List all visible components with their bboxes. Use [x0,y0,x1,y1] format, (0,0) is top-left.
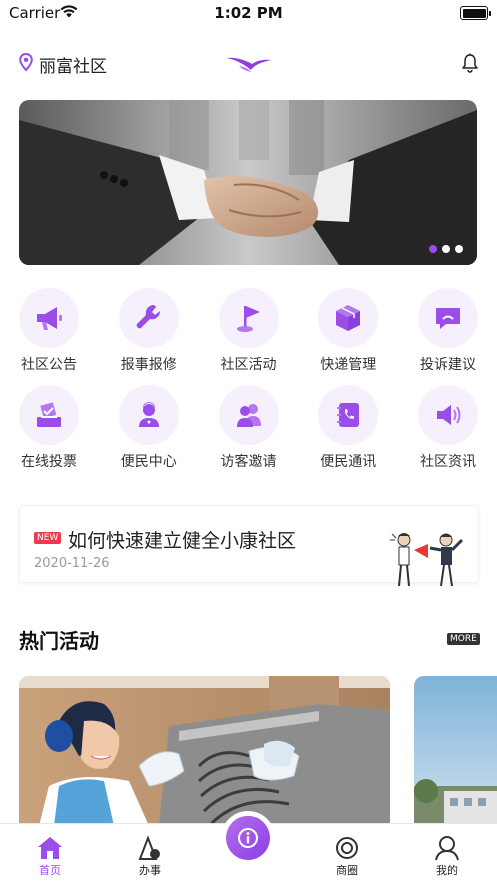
service-convenience-center[interactable]: 便民中心 [108,385,190,482]
service-visitor-invite[interactable]: 访客邀请 [208,385,290,482]
brand-logo [227,57,271,72]
broadcast-icon [437,405,461,425]
top-bar: 丽富社区 [0,44,497,84]
icon-circle [19,385,79,445]
new-badge: NEW [34,532,62,544]
service-label: 社区资讯 [420,454,476,470]
tab-home[interactable]: 首页 [15,824,85,884]
circle-icon [336,837,358,859]
phone-book-icon [337,403,360,427]
icon-circle [218,385,279,445]
tab-business-circle[interactable]: 商圈 [312,824,382,884]
service-online-vote[interactable]: 在线投票 [8,385,90,482]
bell-icon[interactable] [461,53,479,73]
icon-circle [118,288,179,348]
icon-circle [218,288,279,348]
carousel-dots [429,245,463,253]
icon-circle [318,385,379,445]
activity-card[interactable] [19,676,390,826]
location-pin-icon[interactable] [19,53,33,71]
news-title: 如何快速建立健全小康社区 [68,530,297,552]
service-label: 社区活动 [220,357,277,373]
service-person-icon [138,402,159,427]
service-label: 社区公告 [21,357,77,373]
info-icon [238,828,258,848]
package-icon [336,305,361,331]
service-community-notice[interactable]: 社区公告 [8,288,90,385]
user-icon [435,836,459,861]
service-contacts[interactable]: 便民通讯 [307,385,389,482]
status-bar: Carrier 1:02 PM [0,0,497,26]
icon-circle [418,385,478,445]
service-row: 社区公告 报事报修 社区活动 快递管理 投诉建议 [0,288,497,385]
service-row: 在线投票 便民中心 访客邀请 便民通讯 社区资讯 [0,385,497,482]
visitors-icon [236,404,261,427]
icon-circle [418,288,478,348]
flag-icon [236,306,260,332]
complaint-icon [436,308,460,329]
service-community-activities[interactable]: 社区活动 [208,288,290,385]
more-button[interactable]: MORE [447,633,480,645]
hot-activities-title: 热门活动 [19,629,99,653]
service-express[interactable]: 快递管理 [307,288,389,385]
tab-tasks[interactable]: 办事 [115,824,185,884]
building-photo [414,676,497,826]
location-name[interactable]: 丽富社区 [39,52,107,77]
tab-label: 首页 [39,864,61,877]
ballot-icon [37,402,61,427]
news-date: 2020-11-26 [34,556,110,571]
wrench-icon [136,304,160,329]
service-label: 在线投票 [21,454,77,470]
handshake-photo [19,100,477,265]
cleaning-photo [19,676,390,826]
service-complaint[interactable]: 投诉建议 [407,288,489,385]
service-grid: 社区公告 报事报修 社区活动 快递管理 投诉建议 在线投票 便民中心 访客邀请 … [0,288,497,482]
activity-card[interactable] [414,676,497,826]
service-community-news[interactable]: 社区资讯 [407,385,489,482]
carousel-dot[interactable] [429,245,437,253]
icon-circle [318,288,379,348]
service-label: 报事报修 [120,357,177,373]
battery-icon [460,6,491,20]
banner-carousel[interactable] [19,100,477,265]
service-label: 快递管理 [320,357,377,373]
icon-circle [19,288,79,348]
service-label: 访客邀请 [220,454,277,470]
center-action-button[interactable] [226,816,270,860]
tab-label: 商圈 [336,864,358,877]
icon-circle [118,385,179,445]
carousel-dot[interactable] [442,245,450,253]
home-icon [38,837,62,859]
service-label: 便民中心 [120,454,177,470]
tab-bar: 首页 办事 商圈 我的 [0,816,497,884]
clock: 1:02 PM [214,4,283,22]
tasks-icon [138,835,160,860]
tab-label: 我的 [436,864,458,877]
service-label: 便民通讯 [320,454,377,470]
tab-profile[interactable]: 我的 [412,824,482,884]
service-repair[interactable]: 报事报修 [108,288,190,385]
tab-label: 办事 [139,864,161,877]
news-card[interactable]: NEW 如何快速建立健全小康社区 2020-11-26 [19,505,479,587]
carousel-dot[interactable] [455,245,463,253]
megaphone-icon [37,307,62,330]
service-label: 投诉建议 [420,357,476,373]
megaphone-people-illustration [390,533,464,587]
